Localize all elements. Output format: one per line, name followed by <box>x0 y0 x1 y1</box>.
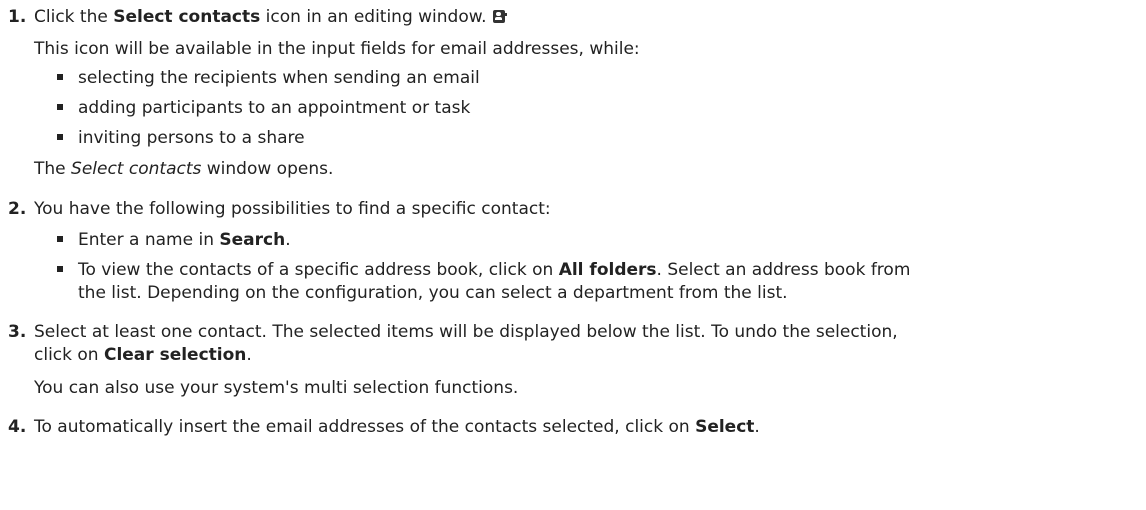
step-1-select-contacts-label: Select contacts <box>113 7 261 27</box>
bullet-marker <box>57 74 63 80</box>
instruction-document: 1. Click the Select contacts icon in an … <box>0 0 1146 510</box>
step-4-text-prefix: To automatically insert the email addres… <box>34 417 696 437</box>
step-3-note: You can also use your system's multi sel… <box>34 378 519 398</box>
step-2-bullet-1-suffix: . <box>285 230 291 250</box>
select-label: Select <box>695 417 755 437</box>
bullet-marker <box>57 134 63 140</box>
step-3-line-2-prefix: click on <box>34 345 104 365</box>
step-2-bullet-2-prefix: To view the contacts of a specific addre… <box>78 260 559 280</box>
step-1-result: The Select contacts window opens. <box>34 157 333 181</box>
step-3-line-2-suffix: . <box>246 345 252 365</box>
step-3-text-line-1: Select at least one contact. The selecte… <box>34 322 898 342</box>
step-2-text: You have the following possibilities to … <box>34 199 551 219</box>
step-1-number: 1. <box>8 7 27 27</box>
step-1-text-suffix: icon in an editing window. <box>260 7 487 27</box>
step-4-text-suffix: . <box>754 417 760 437</box>
step-1-text-prefix: Click the <box>34 7 114 27</box>
step-1-result-suffix: window opens. <box>201 159 334 179</box>
step-1-text: Click the Select contacts icon in an edi… <box>34 5 507 29</box>
step-2-bullet-2-continuation: the list. Depending on the configuration… <box>78 283 788 303</box>
all-folders-label: All folders <box>558 260 657 280</box>
step-3-number: 3. <box>8 322 27 342</box>
bullet-marker <box>57 104 63 110</box>
step-1-note: This icon will be available in the input… <box>34 39 640 59</box>
step-3-text-line-2: click on Clear selection. <box>34 343 252 367</box>
step-2-bullet-1: Enter a name in Search. <box>78 228 291 252</box>
step-1-result-window-name: Select contacts <box>71 159 202 179</box>
step-2-bullet-2-suffix: . Select an address book from <box>656 260 911 280</box>
step-2-bullet-2: To view the contacts of a specific addre… <box>78 258 910 282</box>
step-1-bullet-1: selecting the recipients when sending an… <box>78 68 480 88</box>
step-4-text: To automatically insert the email addres… <box>34 415 760 439</box>
step-2-number: 2. <box>8 199 27 219</box>
bullet-marker <box>57 236 63 242</box>
step-1-bullet-3: inviting persons to a share <box>78 128 305 148</box>
contact-card-icon <box>492 10 507 23</box>
clear-selection-label: Clear selection <box>103 345 247 365</box>
step-1-bullet-2: adding participants to an appointment or… <box>78 98 471 118</box>
bullet-marker <box>57 266 63 272</box>
search-label: Search <box>219 230 286 250</box>
step-1-result-prefix: The <box>34 159 72 179</box>
step-2-bullet-1-prefix: Enter a name in <box>78 230 220 250</box>
step-4-number: 4. <box>8 417 27 437</box>
